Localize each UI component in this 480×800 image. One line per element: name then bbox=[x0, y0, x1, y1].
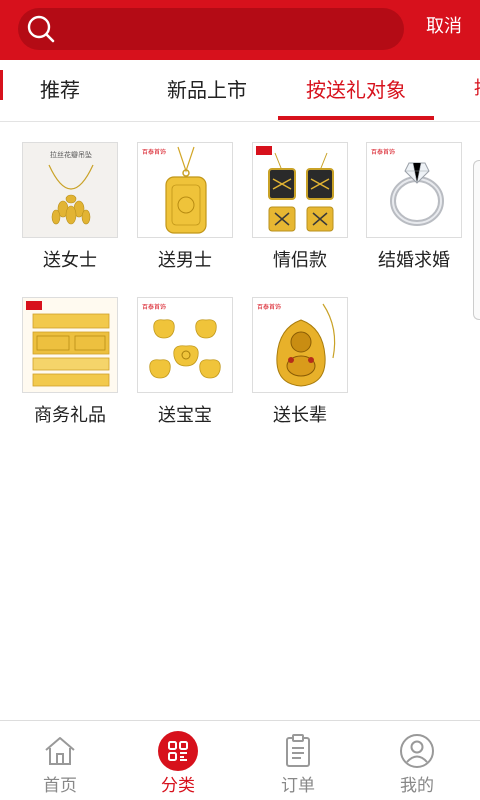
side-scroll-handle[interactable] bbox=[473, 160, 480, 320]
active-tab-indicator bbox=[278, 116, 434, 120]
search-icon bbox=[27, 15, 55, 43]
category-thumbnail: 百泰首饰 bbox=[366, 142, 462, 238]
thumb-brand-logo: 百泰首饰 bbox=[142, 303, 166, 311]
category-thumbnail: 百泰首饰 bbox=[137, 142, 233, 238]
category-item-elders[interactable]: 百泰首饰 送长辈 bbox=[248, 277, 364, 427]
category-label: 送宝宝 bbox=[158, 405, 212, 426]
category-item-women[interactable]: 拉丝花瓣吊坠 送女士 bbox=[18, 122, 134, 272]
nav-category[interactable]: 分类 bbox=[118, 721, 238, 800]
nav-label: 分类 bbox=[161, 776, 195, 796]
nav-label: 我的 bbox=[400, 776, 434, 796]
cancel-button[interactable]: 取消 bbox=[426, 14, 462, 40]
thumb-caption: 拉丝花瓣吊坠 bbox=[50, 150, 92, 159]
category-thumbnail bbox=[22, 297, 118, 393]
search-input[interactable] bbox=[18, 8, 404, 50]
category-item-couples[interactable]: 情侣款 bbox=[248, 122, 364, 272]
necklace-pendant-image: 拉丝花瓣吊坠 bbox=[23, 143, 117, 237]
profile-icon bbox=[400, 734, 434, 768]
category-thumbnail bbox=[252, 142, 348, 238]
category-item-baby[interactable]: 百泰首饰 送宝宝 bbox=[133, 277, 249, 427]
nav-orders[interactable]: 订单 bbox=[238, 721, 358, 800]
category-thumbnail: 拉丝花瓣吊坠 bbox=[22, 142, 118, 238]
category-item-wedding[interactable]: 百泰首饰 结婚求婚 bbox=[362, 122, 478, 272]
buddha-pendant-image: 百泰首饰 bbox=[253, 298, 347, 392]
tab-scroll-edge-left bbox=[0, 70, 3, 100]
category-grid: 拉丝花瓣吊坠 送女士 百泰首饰 送男士 情侣款 百泰首饰 结婚求婚 商务礼品 百… bbox=[0, 122, 480, 720]
thumb-brand-logo: 百泰首饰 bbox=[257, 303, 281, 311]
diamond-ring-image: 百泰首饰 bbox=[367, 143, 461, 237]
category-thumbnail: 百泰首饰 bbox=[137, 297, 233, 393]
nav-label: 首页 bbox=[43, 776, 77, 796]
tab-recommended[interactable]: 推荐 bbox=[20, 60, 100, 120]
thumb-brand-logo: 百泰首饰 bbox=[142, 148, 166, 156]
category-label: 送女士 bbox=[43, 250, 97, 271]
nav-home[interactable]: 首页 bbox=[0, 721, 120, 800]
gold-tag-pendant-image: 百泰首饰 bbox=[138, 143, 232, 237]
top-header: 取消 bbox=[0, 0, 480, 60]
order-icon bbox=[286, 734, 310, 767]
tab-scroll-edge-right: 按 bbox=[474, 78, 480, 100]
category-item-men[interactable]: 百泰首饰 送男士 bbox=[133, 122, 249, 272]
gold-lock-image: 百泰首饰 bbox=[138, 298, 232, 392]
nav-label: 订单 bbox=[281, 776, 315, 796]
thumb-brand-logo: 百泰首饰 bbox=[371, 148, 395, 156]
category-thumbnail: 百泰首饰 bbox=[252, 297, 348, 393]
tab-by-recipient[interactable]: 按送礼对象 bbox=[286, 60, 426, 120]
category-label: 送男士 bbox=[158, 250, 212, 271]
category-label: 情侣款 bbox=[273, 250, 327, 271]
gold-bars-image bbox=[23, 298, 117, 392]
category-tabs: 推荐 新品上市 按送礼对象 bbox=[0, 60, 480, 122]
couple-bead-image bbox=[253, 143, 347, 237]
category-label: 送长辈 bbox=[273, 405, 327, 426]
home-icon bbox=[45, 737, 75, 765]
bottom-navigation: 首页 分类 订单 我的 bbox=[0, 720, 480, 800]
category-icon bbox=[158, 731, 198, 771]
tab-new-arrivals[interactable]: 新品上市 bbox=[142, 60, 272, 120]
category-item-business[interactable]: 商务礼品 bbox=[18, 277, 134, 427]
category-label: 结婚求婚 bbox=[378, 250, 450, 271]
nav-profile[interactable]: 我的 bbox=[357, 721, 477, 800]
category-label: 商务礼品 bbox=[34, 405, 106, 426]
